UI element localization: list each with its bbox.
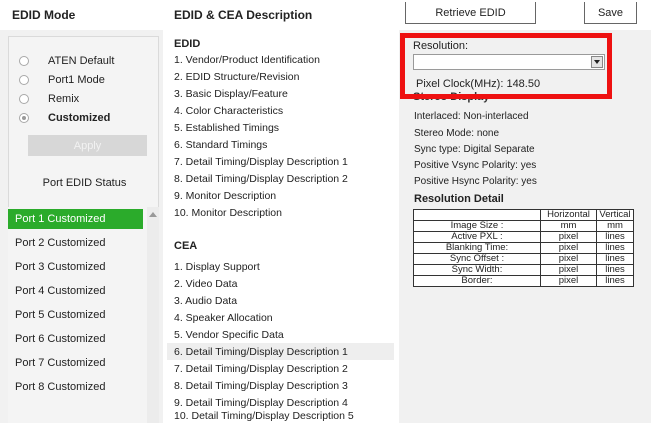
port-item-6[interactable]: Port 6 Customized (8, 329, 143, 349)
table-row: Sync Offset : pixel lines (413, 253, 634, 265)
edid-cea-description-panel: EDID 1. Vendor/Product Identification 2.… (163, 30, 399, 423)
cea-item-selected[interactable]: 6. Detail Timing/Display Description 1 (167, 343, 394, 360)
detail-panel: Resolution: Pixel Clock(MHz): 148.50 Ste… (405, 30, 651, 423)
edid-item[interactable]: 3. Basic Display/Feature (167, 85, 394, 102)
mode-option-label: Port1 Mode (48, 74, 105, 86)
retrieve-edid-button[interactable]: Retrieve EDID (405, 2, 536, 24)
resolution-label: Resolution: (413, 40, 469, 52)
port-item-5[interactable]: Port 5 Customized (8, 305, 143, 325)
table-cell: mm (596, 220, 634, 232)
resolution-select[interactable] (413, 54, 605, 70)
table-cell: pixel (540, 264, 597, 276)
edid-cea-description-heading: EDID & CEA Description (174, 8, 313, 22)
edid-item[interactable]: 4. Color Characteristics (167, 102, 394, 119)
edid-item[interactable]: 1. Vendor/Product Identification (167, 51, 394, 68)
stereo-mode-info: Stereo Mode: none (414, 128, 500, 139)
edid-item[interactable]: 10. Monitor Description (167, 204, 394, 221)
edid-item[interactable]: 9. Monitor Description (167, 187, 394, 204)
table-header: Vertical (596, 209, 634, 221)
port-edid-status-label: Port EDID Status (42, 177, 127, 189)
table-cell: Image Size : (413, 220, 541, 232)
radio-remix[interactable] (19, 94, 29, 104)
edid-item[interactable]: 6. Standard Timings (167, 136, 394, 153)
table-cell: Blanking Time: (413, 242, 541, 254)
cea-item[interactable]: 7. Detail Timing/Display Description 2 (167, 360, 394, 377)
table-row: Image Size : mm mm (413, 220, 634, 232)
table-row: Border: pixel lines (413, 275, 634, 287)
table-cell: lines (596, 264, 634, 276)
mode-option-label: Remix (48, 93, 80, 105)
port-list-scrollbar[interactable] (147, 207, 159, 423)
table-row: Sync Width: pixel lines (413, 264, 634, 276)
mode-option-label: ATEN Default (48, 55, 115, 67)
table-row: Active PXL : pixel lines (413, 231, 634, 243)
table-cell: lines (596, 275, 634, 287)
stereo-display-title: Stereo Display (413, 91, 490, 103)
cea-item[interactable]: 3. Audio Data (167, 292, 394, 309)
table-cell: lines (596, 253, 634, 265)
table-header-row: Horizontal Vertical (413, 209, 634, 221)
edid-item[interactable]: 2. EDID Structure/Revision (167, 68, 394, 85)
mode-option-label: Customized (48, 112, 111, 124)
mode-option-aten-default[interactable]: ATEN Default (19, 53, 114, 69)
table-cell: Border: (413, 275, 541, 287)
hsync-polarity-info: Positive Hsync Polarity: yes (414, 176, 537, 187)
edid-section-title: EDID (174, 38, 201, 50)
mode-option-remix[interactable]: Remix (19, 91, 79, 107)
port-item-2[interactable]: Port 2 Customized (8, 233, 143, 253)
table-cell: mm (540, 220, 597, 232)
resolution-detail-title: Resolution Detail (414, 193, 504, 205)
pixel-clock-text: Pixel Clock(MHz): 148.50 (416, 78, 541, 90)
table-cell: pixel (540, 253, 597, 265)
port-item-8[interactable]: Port 8 Customized (8, 377, 143, 397)
mode-option-port1-mode[interactable]: Port1 Mode (19, 72, 105, 88)
mode-option-customized[interactable]: Customized (19, 110, 110, 126)
edid-item[interactable]: 7. Detail Timing/Display Description 1 (167, 153, 394, 170)
table-cell: lines (596, 242, 634, 254)
port-item-3[interactable]: Port 3 Customized (8, 257, 143, 277)
table-cell: lines (596, 231, 634, 243)
apply-button[interactable]: Apply (28, 135, 147, 156)
resolution-detail-table: Horizontal Vertical Image Size : mm mm A… (413, 209, 634, 287)
edid-item[interactable]: 8. Detail Timing/Display Description 2 (167, 170, 394, 187)
vsync-polarity-info: Positive Vsync Polarity: yes (414, 160, 537, 171)
table-row: Blanking Time: pixel lines (413, 242, 634, 254)
cea-item[interactable]: 2. Video Data (167, 275, 394, 292)
radio-customized[interactable] (19, 113, 29, 123)
radio-aten-default[interactable] (19, 56, 29, 66)
cea-item[interactable]: 8. Detail Timing/Display Description 3 (167, 377, 394, 394)
cea-item[interactable]: 1. Display Support (167, 258, 394, 275)
interlaced-info: Interlaced: Non-interlaced (414, 111, 529, 122)
table-cell: Active PXL : (413, 231, 541, 243)
sync-type-info: Sync type: Digital Separate (414, 144, 535, 155)
save-button[interactable]: Save (584, 2, 637, 24)
cea-section-title: CEA (174, 240, 198, 252)
table-cell: pixel (540, 231, 597, 243)
table-cell: Sync Width: (413, 264, 541, 276)
table-cell: Sync Offset : (413, 253, 541, 265)
port-list: Port 1 Customized Port 2 Customized Port… (8, 207, 159, 423)
port-item-4[interactable]: Port 4 Customized (8, 281, 143, 301)
edid-mode-panel: ATEN Default Port1 Mode Remix Customized… (0, 30, 163, 423)
port-item-1[interactable]: Port 1 Customized (8, 209, 143, 229)
table-header (413, 209, 541, 221)
table-header: Horizontal (540, 209, 597, 221)
cea-item[interactable]: 10. Detail Timing/Display Description 5 (167, 407, 394, 423)
scroll-up-arrow-icon[interactable] (149, 212, 157, 217)
cea-item[interactable]: 4. Speaker Allocation (167, 309, 394, 326)
cea-item[interactable]: 5. Vendor Specific Data (167, 326, 394, 343)
table-cell: pixel (540, 275, 597, 287)
edid-item[interactable]: 5. Established Timings (167, 119, 394, 136)
port-item-7[interactable]: Port 7 Customized (8, 353, 143, 373)
mode-selector: ATEN Default Port1 Mode Remix Customized… (8, 36, 159, 232)
edid-mode-heading: EDID Mode (12, 8, 76, 22)
dropdown-arrow-icon[interactable] (591, 56, 603, 68)
radio-port1-mode[interactable] (19, 75, 29, 85)
table-cell: pixel (540, 242, 597, 254)
